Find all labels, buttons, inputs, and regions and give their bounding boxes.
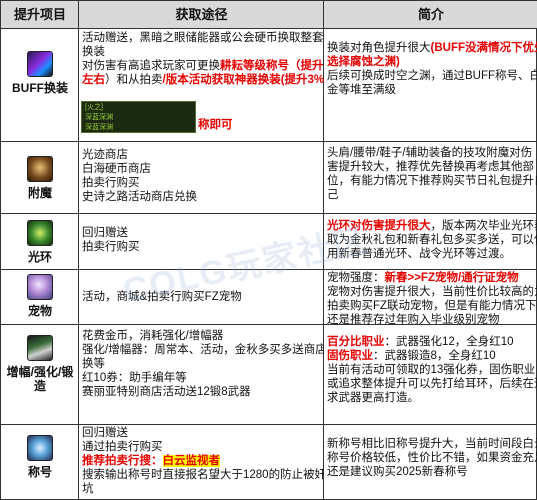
source-text: 换等 [82, 358, 105, 370]
source-text: 花费金币，消耗强化/增幅器 [82, 330, 224, 342]
project-label: 宠物 [27, 304, 52, 318]
header-project: 提升项目 [13, 7, 66, 22]
table-row-enchant-intro: 头肩/腰带/鞋子/辅助装备的技攻附魔对伤 害提升较大，推荐优先替换再考虑其他部 … [324, 142, 537, 213]
buff-swap-icon [27, 51, 53, 77]
project-label: BUFF换装 [12, 81, 68, 95]
source-text: 推荐拍卖行搜：白云监视者 [82, 455, 220, 467]
table-row-title-project: 称号 [1, 425, 79, 500]
intro-text: 头肩/腰带/鞋子/辅助装备的技攻附魔对伤 [327, 147, 533, 159]
source-text: 对伤害有高追求玩家可更换耕耘等级称号（提升1% [82, 60, 324, 72]
table-row-pet-intro: 宠物强度：新春>>FZ宠物/通行证宠物 宠物对伤害提升很大，当前性价比较高的为 … [324, 270, 537, 324]
project-label: 增幅/强化/锻造 [6, 365, 74, 393]
intro-text: 后续可换成时空之渊，通过BUFF称号、白 [327, 70, 537, 82]
source-text: 活动，商城&拍卖行购买FZ宠物 [82, 291, 242, 303]
source-text: 活动赠送，黑暗之眼储能器或公会硬币换取整套buff [82, 32, 324, 44]
enhancement-table: 提升项目 获取途径 简介 BUFF换装 活动赠送，黑暗之眼储能器或公会硬币换取整… [0, 0, 537, 500]
table-row-buff-project: BUFF换装 [1, 29, 79, 141]
intro-text: 宠物强度：新春>>FZ宠物/通行证宠物 [327, 272, 519, 284]
intro-text: 选择腐蚀之渊) [327, 56, 400, 68]
table-row-buff-intro: 换装对角色提升很大(BUFF没满情况下优先 选择腐蚀之渊) 后续可换成时空之渊，… [324, 29, 537, 141]
table-row-title-source: 回归赠送 通过拍卖行购买 推荐拍卖行搜：白云监视者 搜索输出称号时直接报名望大于… [79, 425, 324, 500]
table-row-pet-project: 宠物 [1, 270, 79, 324]
intro-text: 还是推荐存过年购入毕业级别宠物 [327, 314, 500, 324]
source-text: 回归赠送 [82, 227, 128, 239]
intro-text: 害提升较大，推荐优先替换再考虑其他部 [327, 161, 534, 173]
project-label: 光环 [27, 250, 52, 264]
table-row-pet-source: 活动，商城&拍卖行购买FZ宠物 [79, 270, 324, 324]
intro-text: 己 [327, 189, 339, 201]
intro-text: 称号价格较低，性价比不错，如果资金充足 [327, 452, 537, 464]
source-text: 坑 [82, 483, 94, 495]
intro-text: 换装对角色提升很大(BUFF没满情况下优先 [327, 42, 537, 54]
header-source: 获取途径 [175, 7, 228, 22]
intro-text: 固伤职业：武器锻造8，全身红10 [327, 350, 496, 362]
source-text: 白海硬币商店 [82, 163, 151, 175]
source-text: 换装 [82, 46, 105, 58]
intro-text: 还是建议购买2025新春称号 [327, 466, 468, 478]
source-text: 搜索输出称号时直接报名望大于1280的防止被奸商 [82, 469, 324, 481]
source-text: 光迹商店 [82, 149, 128, 161]
table-row-title-intro: 新称号相比旧称号提升大，当前时间段白云 称号价格较低，性价比不错，如果资金充足 … [324, 425, 537, 500]
source-text: 称即可 [198, 119, 233, 131]
source-text: 赛丽亚特别商店活动送12锻8武器 [82, 386, 251, 398]
amplify-icon [27, 335, 53, 361]
table-row-amplify-source: 花费金币，消耗强化/增幅器 强化/增幅器：周常本、活动，金秋多买多送商店兑 换等… [79, 325, 324, 424]
intro-text: 取为金秋礼包和新春礼包多买多送，可以使 [327, 234, 537, 246]
pet-icon [27, 274, 53, 300]
table-row-enchant-project: 附魔 [1, 142, 79, 213]
intro-text: 新称号相比旧称号提升大，当前时间段白云 [327, 438, 537, 450]
table-row-amplify-project: 增幅/强化/锻造 [1, 325, 79, 424]
source-text: 拍卖行购买 [82, 241, 140, 253]
intro-text: 位，有能力情况下推荐购买节日礼包提升自 [327, 175, 537, 187]
table-row-halo-intro: 光环对伤害提升很大，版本两次毕业光环获 取为金秋礼包和新春礼包多买多送，可以使 … [324, 214, 537, 269]
item-tooltip-thumbnail: [火之] 深蓝深渊 深蓝深渊 [81, 101, 196, 133]
intro-text: 当前有活动可领取的13强化券，固伤职业 [327, 364, 536, 376]
source-text: 红10券：助手编年等 [82, 372, 187, 384]
enchant-icon [27, 156, 53, 182]
source-text: 通过拍卖行购买 [82, 441, 163, 453]
intro-text: 光环对伤害提升很大，版本两次毕业光环获 [327, 220, 537, 232]
intro-text: 百分比职业：武器强化12，全身红10 [327, 336, 514, 348]
source-text: 史诗之路活动商店兑换 [82, 191, 197, 203]
table-row-enchant-source: 光迹商店 白海硬币商店 拍卖行购买 史诗之路活动商店兑换 [79, 142, 324, 213]
intro-text: 求武器更高打造。 [327, 392, 419, 404]
table-row-amplify-intro: 百分比职业：武器强化12，全身红10 固伤职业：武器锻造8，全身红10 当前有活… [324, 325, 537, 424]
project-label: 附魔 [27, 186, 52, 200]
intro-text: 金等堆至满级 [327, 84, 396, 96]
title-icon [27, 435, 53, 461]
source-text: 拍卖行购买 [82, 177, 140, 189]
intro-text: 或追求整体提升可以先打给耳环，后续在追 [327, 378, 537, 390]
source-text: 左右）和从拍卖/版本活动获取神器换装(提升3%左 [82, 74, 324, 86]
project-label: 称号 [27, 465, 52, 479]
header-intro: 简介 [417, 7, 444, 22]
source-text: 回归赠送 [82, 427, 128, 439]
intro-text: 宠物对伤害提升很大，当前性价比较高的为 [327, 286, 537, 298]
table-row-halo-project: 光环 [1, 214, 79, 269]
intro-text: 拍卖购买FZ联动宠物，但是有能力情况下 [327, 300, 537, 312]
source-text: 强化/增幅器：周常本、活动，金秋多买多送商店兑 [82, 344, 324, 356]
table-row-halo-source: 回归赠送 拍卖行购买 [79, 214, 324, 269]
table-header: 提升项目 获取途径 简介 [1, 1, 537, 29]
intro-text: 用新春普通光环、战令光环等过渡。 [327, 248, 511, 260]
halo-icon [27, 220, 53, 246]
